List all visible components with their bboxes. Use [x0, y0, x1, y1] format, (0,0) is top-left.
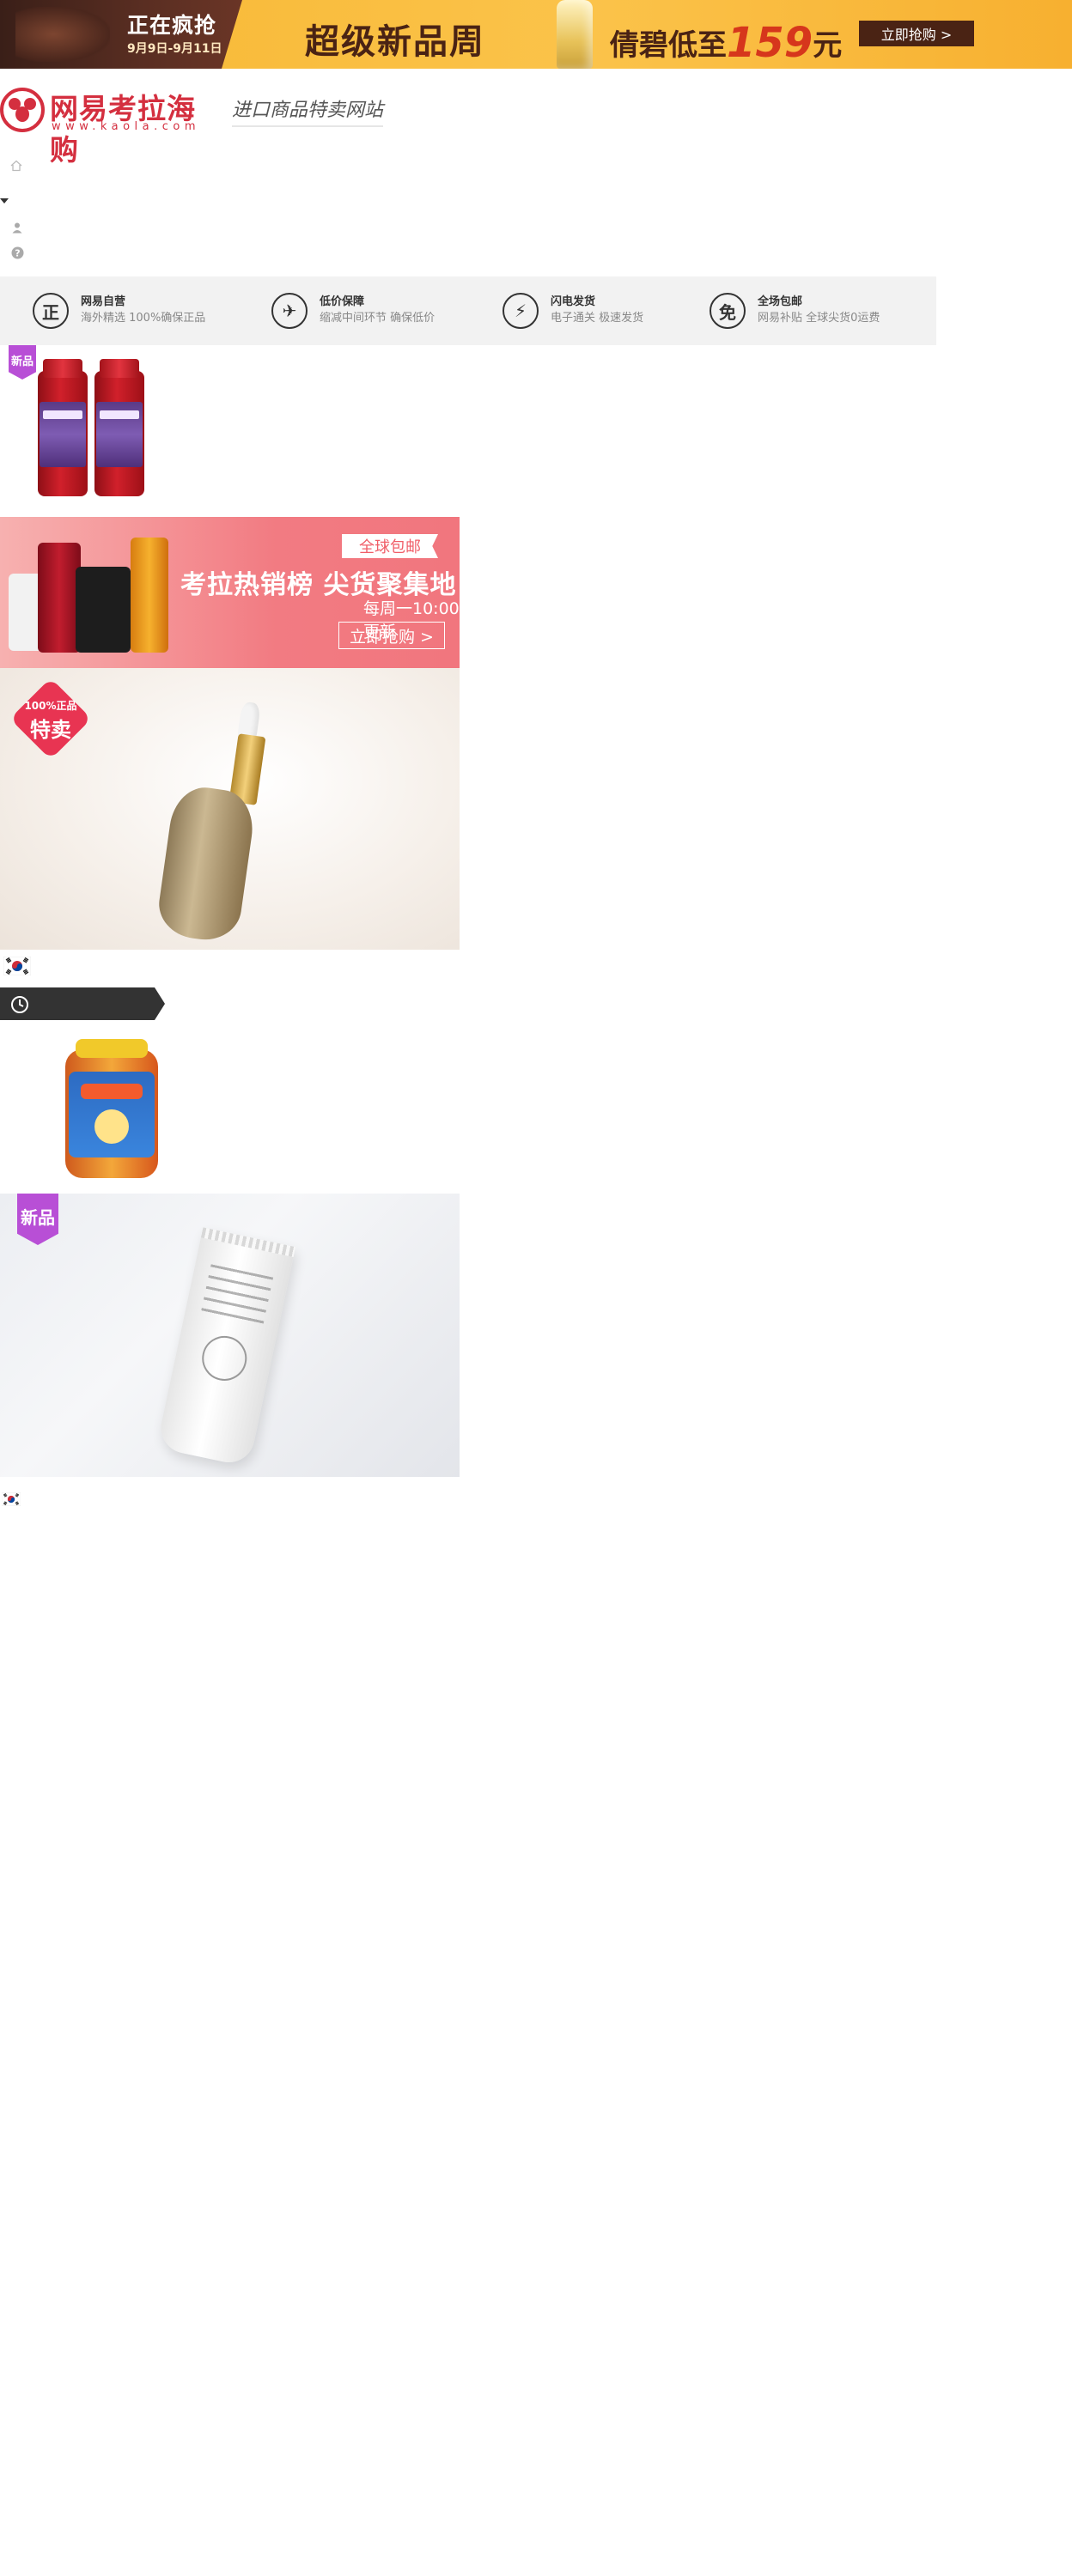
promise-low-price: ✈ 低价保障 缩减中间环节 确保低价	[271, 290, 435, 331]
lotion-product-banner[interactable]: 新品	[0, 1194, 460, 1477]
promise-subtitle: 网易补贴 全球尖货0运费	[758, 312, 880, 325]
product-card-grapeseed[interactable]: 新品	[0, 342, 163, 508]
promo-left-title: 正在疯抢	[127, 13, 217, 38]
promise-free-shipping: 免 全场包邮 网易补贴 全球尖货0运费	[710, 290, 880, 331]
badge-sale-text: 特卖	[30, 718, 71, 742]
promo-buy-now-button[interactable]: 立即抢购 >	[859, 21, 974, 46]
product-bottle-image	[38, 359, 88, 496]
user-icon[interactable]	[11, 222, 23, 234]
promise-title: 网易自营	[81, 295, 126, 308]
promo-price-value: 159	[727, 19, 813, 67]
korea-flag-icon	[3, 957, 31, 975]
help-icon[interactable]: ?	[11, 246, 24, 259]
promise-title: 闪电发货	[551, 295, 596, 308]
promo-price-suffix: 元	[813, 28, 843, 63]
promise-title: 低价保障	[320, 295, 365, 308]
free-shipping-ribbon: 全球包邮	[342, 534, 438, 558]
lightning-icon: ⚡	[502, 293, 539, 329]
bestseller-buy-now-button[interactable]: 立即抢购 >	[338, 622, 445, 649]
gummy-jar-label	[69, 1072, 155, 1157]
promo-date-range: 9月9日-9月11日	[127, 42, 222, 56]
badge-genuine-text: 100%正品	[24, 700, 77, 712]
promo-price: 倩碧低至159元	[610, 19, 842, 67]
new-badge: 新品	[17, 1194, 58, 1245]
promo-chocolate-image	[15, 7, 110, 62]
countdown-bar	[0, 987, 165, 1020]
product-card-gummy-vitamins[interactable]	[41, 1036, 177, 1192]
promise-title: 全场包邮	[758, 295, 803, 308]
lotion-tube-image	[155, 1227, 296, 1467]
promise-subtitle: 缩减中间环节 确保低价	[320, 312, 436, 325]
promo-product-bottle	[557, 0, 593, 69]
service-promise-bar: 正 网易自营 海外精选 100%确保正品 ✈ 低价保障 缩减中间环节 确保低价 …	[0, 276, 936, 345]
serum-bottle-image	[155, 783, 258, 945]
clock-icon	[11, 996, 28, 1013]
promise-fast-shipping: ⚡ 闪电发货 电子通关 极速发货	[502, 290, 643, 331]
free-icon: 免	[710, 293, 746, 329]
promise-subtitle: 电子通关 极速发货	[551, 312, 644, 325]
promise-subtitle: 海外精选 100%确保正品	[81, 312, 206, 325]
site-logo[interactable]: 网易考拉海购 www.kaola.com	[0, 86, 223, 167]
logo-site-url: www.kaola.com	[52, 120, 201, 133]
koala-logo-icon	[0, 88, 45, 132]
chevron-down-icon[interactable]	[0, 197, 9, 204]
promise-genuine: 正 网易自营 海外精选 100%确保正品	[33, 290, 205, 331]
promo-headline: 超级新品周	[305, 22, 485, 62]
product-bottle-image	[94, 359, 144, 496]
gummy-jar-cap	[76, 1039, 148, 1058]
bestseller-banner[interactable]: 全球包邮 考拉热销榜 尖货聚集地 每周一10:00更新 立即抢购 >	[0, 517, 460, 668]
airplane-icon: ✈	[271, 293, 308, 329]
genuine-sale-badge-text: 100%正品 特卖	[15, 685, 86, 756]
top-promo-banner[interactable]: 正在疯抢 9月9日-9月11日 超级新品周 倩碧低至159元 立即抢购 >	[0, 0, 1072, 69]
genuine-icon: 正	[33, 293, 69, 329]
serum-product-banner[interactable]: 100%正品 特卖	[0, 668, 460, 950]
promo-price-prefix: 倩碧低至	[610, 28, 727, 63]
home-icon[interactable]	[10, 160, 22, 172]
bestseller-products-image	[0, 529, 172, 658]
site-slogan: 进口商品特卖网站	[232, 94, 384, 127]
svg-text:?: ?	[15, 248, 20, 259]
korea-flag-icon	[2, 1492, 21, 1506]
new-badge: 新品	[9, 345, 36, 380]
